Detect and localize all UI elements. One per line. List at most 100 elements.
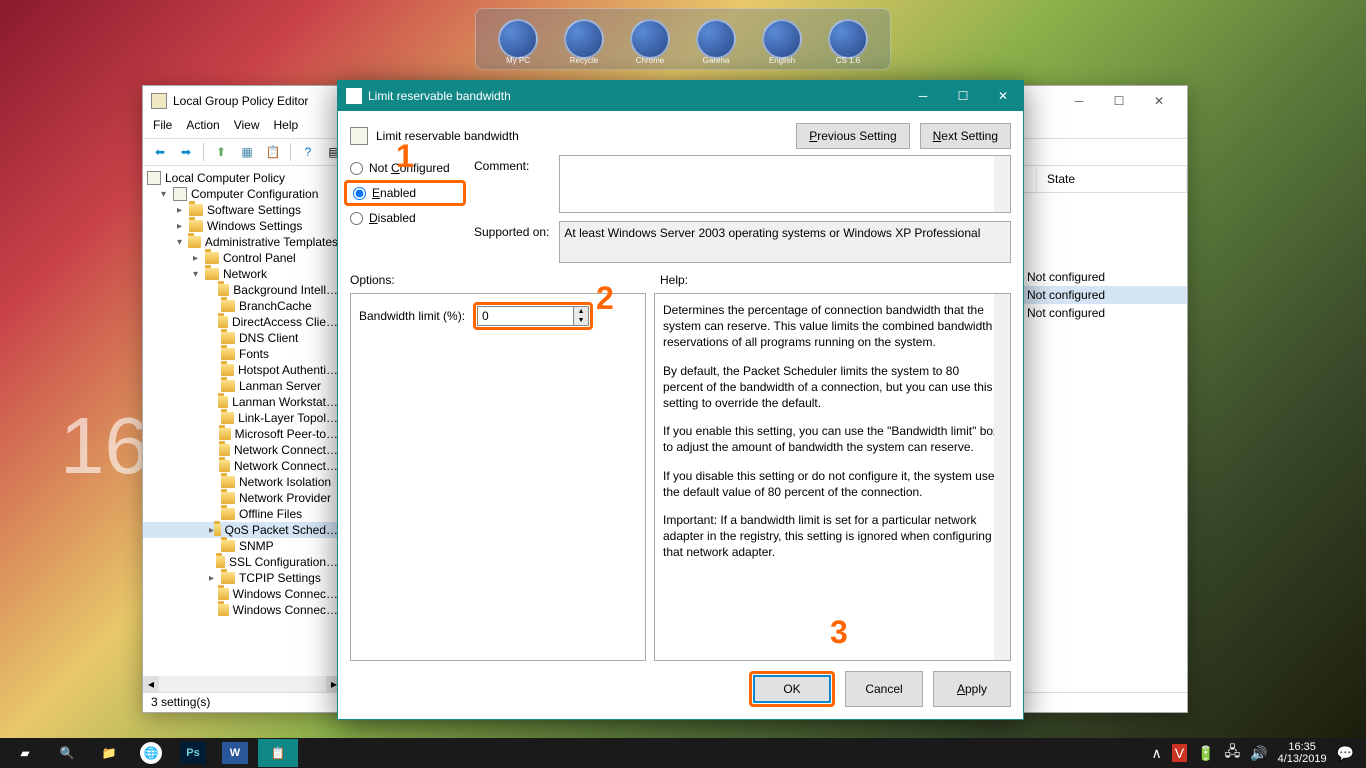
policy-title: Limit reservable bandwidth <box>368 89 511 103</box>
taskbar: ▰ 🔍 📁 🌐 Ps W 📋 ∧ V 🔋 🖧 🔊 16:35 4/13/2019… <box>0 738 1366 768</box>
folder-icon <box>219 460 230 472</box>
folder-icon <box>221 540 235 552</box>
tray-notifications-icon[interactable]: 💬 <box>1337 745 1354 762</box>
folder-icon <box>214 524 220 536</box>
spinner-down-icon[interactable]: ▼ <box>574 316 588 325</box>
folder-icon <box>219 428 231 440</box>
tray-battery-icon[interactable]: 🔋 <box>1197 745 1214 762</box>
menu-view[interactable]: View <box>234 118 260 136</box>
folder-icon <box>221 476 235 488</box>
gpedit-tree[interactable]: Local Computer Policy ▾Computer Configur… <box>143 166 343 692</box>
help-scrollbar[interactable] <box>994 294 1010 660</box>
folder-icon <box>216 556 225 568</box>
folder-icon <box>205 252 219 264</box>
policy-dialog-icon <box>346 88 362 104</box>
annotation-2: 2 <box>596 280 614 317</box>
folder-icon <box>221 492 235 504</box>
folder-icon <box>189 204 203 216</box>
tray-chevron-up-icon[interactable]: ∧ <box>1152 745 1162 762</box>
help-panel: Determines the percentage of connection … <box>654 293 1011 661</box>
gpedit-title: Local Group Policy Editor <box>173 94 308 108</box>
policy-item-icon <box>350 127 368 145</box>
tray-network-icon[interactable]: 🖧 <box>1225 741 1241 765</box>
folder-icon <box>218 316 228 328</box>
show-hide-icon[interactable]: ▦ <box>236 141 258 163</box>
folder-icon <box>221 300 235 312</box>
comment-label: Comment: <box>474 155 549 213</box>
comment-textarea[interactable] <box>559 155 1011 213</box>
gpedit-maximize-button[interactable]: ☐ <box>1099 88 1139 114</box>
dock-item-english[interactable]: English <box>758 15 806 63</box>
taskbar-gpedit[interactable]: 📋 <box>258 739 298 767</box>
dock-item-garena[interactable]: Garena <box>692 15 740 63</box>
folder-icon <box>219 444 230 456</box>
policy-dialog: Limit reservable bandwidth ─ ☐ ✕ Limit r… <box>337 80 1024 720</box>
next-setting-button[interactable]: Next Setting <box>920 123 1011 149</box>
column-state[interactable]: State <box>1037 166 1187 192</box>
folder-icon <box>218 604 229 616</box>
tray-volume-icon[interactable]: 🔊 <box>1250 745 1267 762</box>
gpedit-minimize-button[interactable]: ─ <box>1059 88 1099 114</box>
folder-icon <box>188 236 201 248</box>
folder-icon <box>221 332 235 344</box>
radio-enabled[interactable]: Enabled <box>353 186 457 200</box>
dock-item-recycle[interactable]: Recycle <box>560 15 608 63</box>
supported-label: Supported on: <box>474 221 549 263</box>
up-icon[interactable]: ⬆ <box>210 141 232 163</box>
help-icon[interactable]: ? <box>297 141 319 163</box>
radio-disabled[interactable]: Disabled <box>350 211 460 225</box>
help-label: Help: <box>660 273 688 287</box>
tray-app-icon[interactable]: V <box>1172 744 1187 762</box>
apply-button[interactable]: Apply <box>933 671 1011 707</box>
folder-icon <box>205 268 219 280</box>
tree-scroll-h[interactable]: ◂▸ <box>143 676 342 692</box>
folder-icon <box>221 412 235 424</box>
supported-text: At least Windows Server 2003 operating s… <box>559 221 1011 263</box>
menu-action[interactable]: Action <box>186 118 219 136</box>
policy-minimize-button[interactable]: ─ <box>903 83 943 109</box>
folder-icon <box>221 508 235 520</box>
taskbar-photoshop[interactable]: Ps <box>180 742 206 764</box>
annotation-1: 1 <box>396 138 414 175</box>
policy-titlebar[interactable]: Limit reservable bandwidth ─ ☐ ✕ <box>338 81 1023 111</box>
bandwidth-label: Bandwidth limit (%): <box>359 309 465 323</box>
search-icon[interactable]: 🔍 <box>48 739 86 767</box>
taskbar-word[interactable]: W <box>222 742 248 764</box>
menu-help[interactable]: Help <box>274 118 299 136</box>
dock: My PC Recycle Chrome Garena English CS 1… <box>475 8 891 70</box>
forward-icon[interactable]: ➡ <box>175 141 197 163</box>
start-button[interactable]: ▰ <box>6 739 44 767</box>
policy-root-icon <box>147 171 161 185</box>
gpedit-app-icon <box>151 93 167 109</box>
folder-icon <box>221 364 234 376</box>
folder-icon <box>218 396 228 408</box>
folder-icon <box>221 380 235 392</box>
policy-close-button[interactable]: ✕ <box>983 83 1023 109</box>
taskbar-clock[interactable]: 16:35 4/13/2019 <box>1278 741 1327 765</box>
config-icon <box>173 187 187 201</box>
bandwidth-spinner[interactable]: ▲ ▼ <box>473 302 593 330</box>
cancel-button[interactable]: Cancel <box>845 671 923 707</box>
back-icon[interactable]: ⬅ <box>149 141 171 163</box>
folder-icon <box>218 588 229 600</box>
policy-maximize-button[interactable]: ☐ <box>943 83 983 109</box>
properties-icon[interactable]: 📋 <box>262 141 284 163</box>
dock-item-cs16[interactable]: CS 1.6 <box>824 15 872 63</box>
ok-button[interactable]: OK <box>753 675 831 703</box>
gpedit-close-button[interactable]: ✕ <box>1139 88 1179 114</box>
folder-icon <box>218 284 229 296</box>
bandwidth-input[interactable] <box>477 306 573 326</box>
options-panel: Bandwidth limit (%): ▲ ▼ <box>350 293 646 661</box>
dock-item-chrome[interactable]: Chrome <box>626 15 674 63</box>
taskbar-chrome[interactable]: 🌐 <box>140 742 162 764</box>
folder-icon <box>221 348 235 360</box>
folder-icon <box>189 220 203 232</box>
previous-setting-button[interactable]: Previous Setting <box>796 123 909 149</box>
spinner-up-icon[interactable]: ▲ <box>574 307 588 316</box>
taskbar-explorer[interactable]: 📁 <box>90 739 128 767</box>
annotation-3: 3 <box>830 614 848 651</box>
folder-icon <box>221 572 235 584</box>
menu-file[interactable]: File <box>153 118 172 136</box>
dock-item-mypc[interactable]: My PC <box>494 15 542 63</box>
options-label: Options: <box>350 273 395 287</box>
